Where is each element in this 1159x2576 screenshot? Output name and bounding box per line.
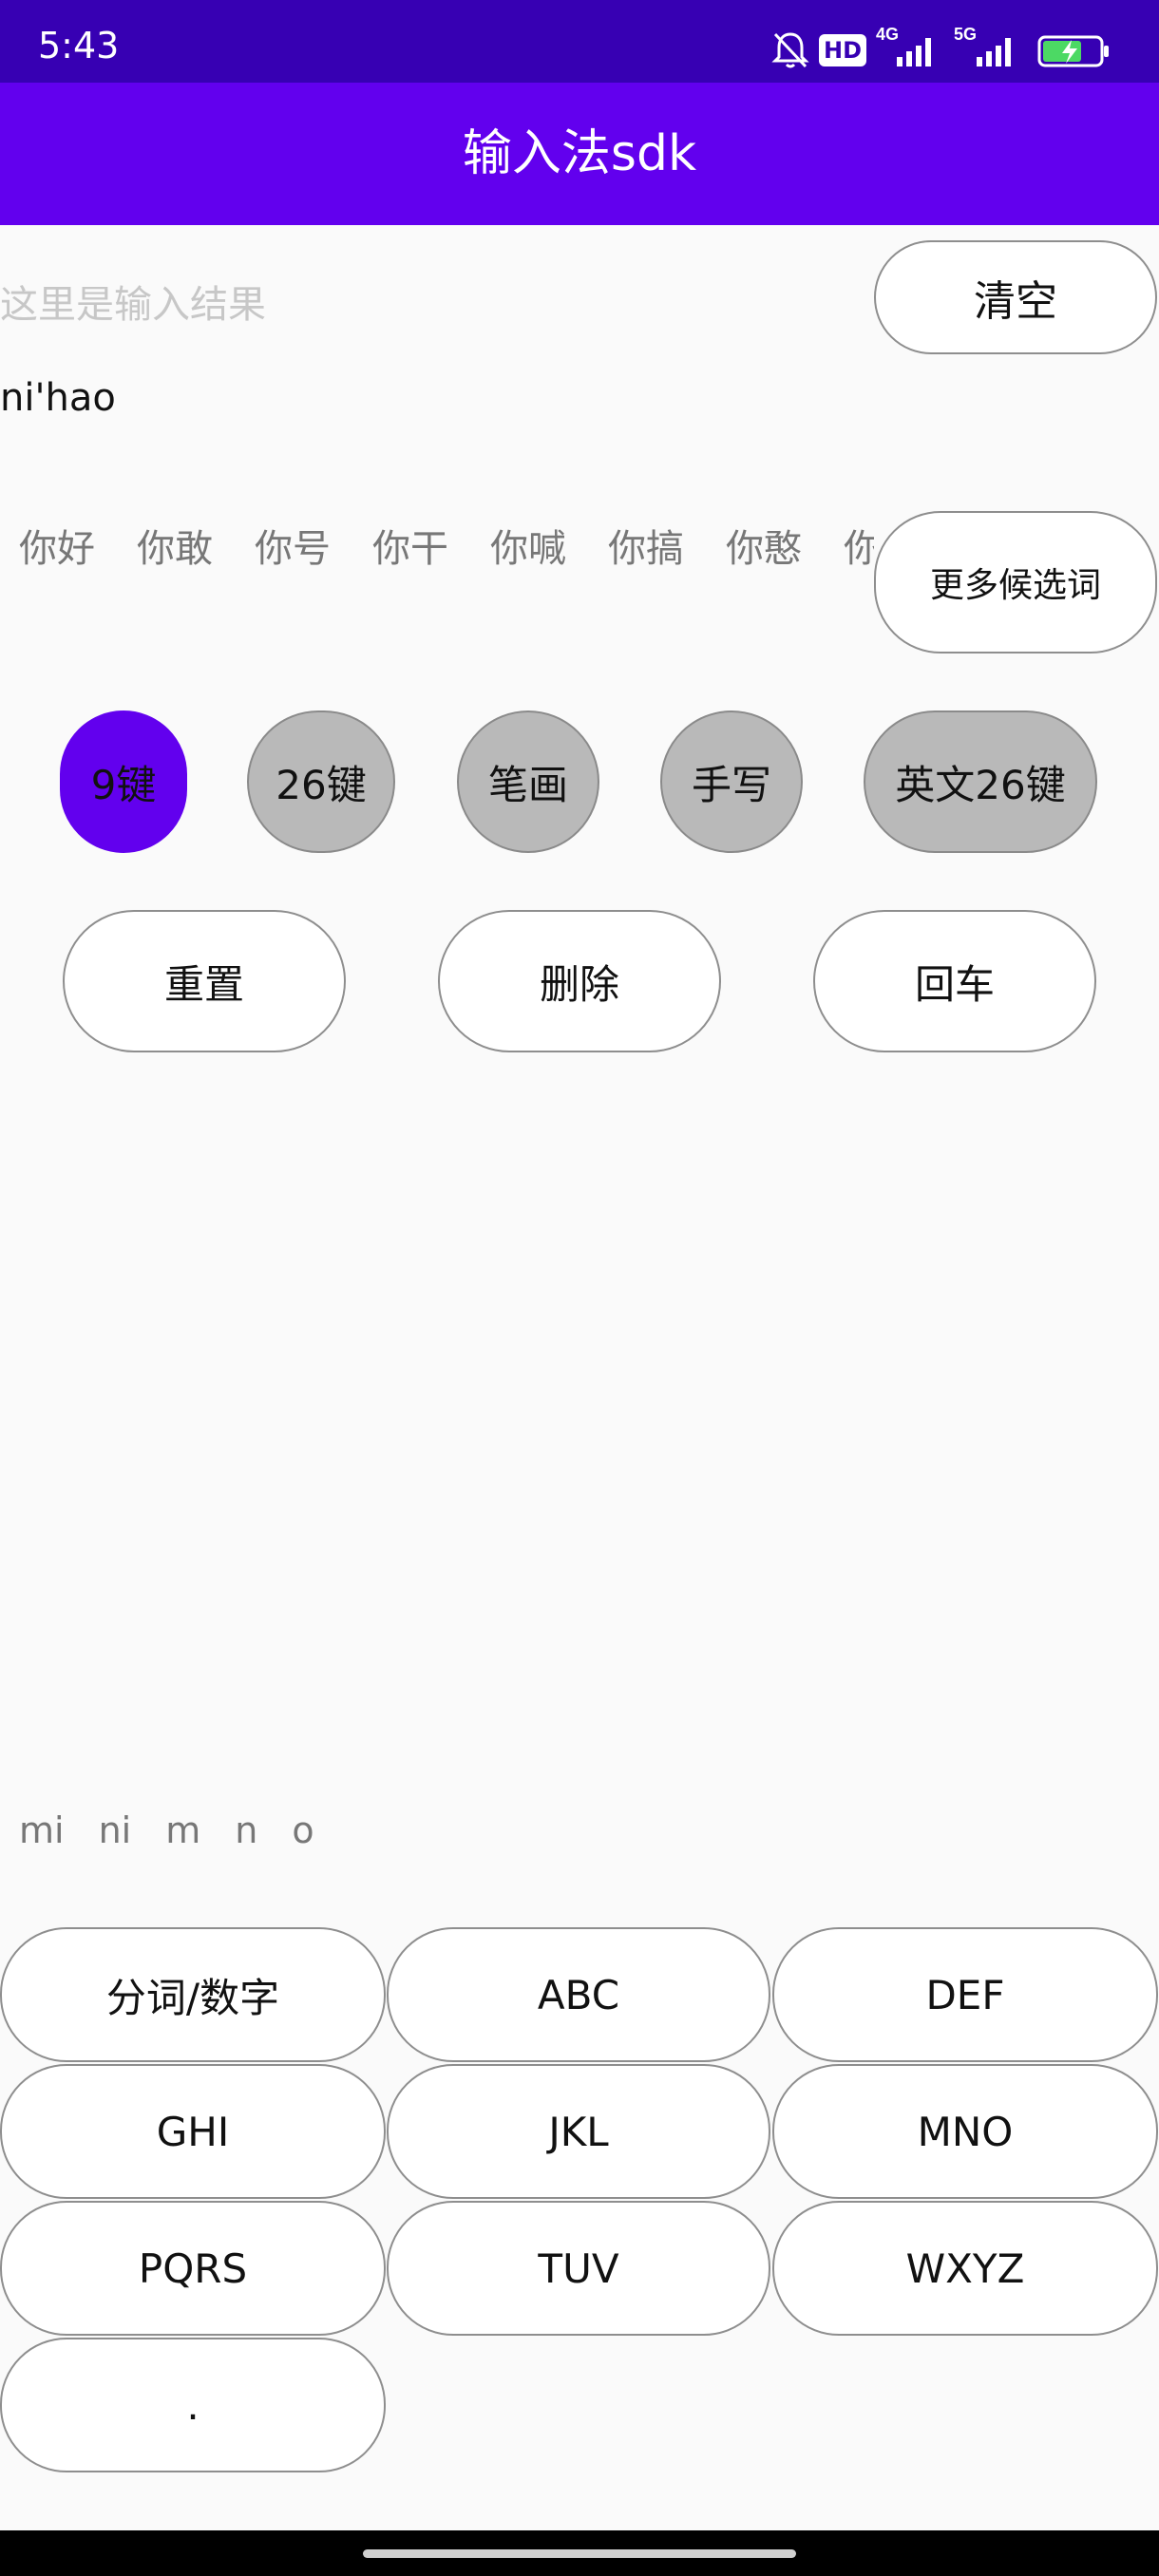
delete-button[interactable]: 删除 [438,910,721,1052]
key-wxyz[interactable]: WXYZ [772,2201,1158,2336]
battery-charging-icon [1037,34,1112,72]
key-segment-number[interactable]: 分词/数字 [0,1927,386,2062]
key-tuv[interactable]: TUV [387,2201,770,2336]
pinyin-option[interactable]: o [292,1809,314,1851]
pinyin-option[interactable]: ni [99,1809,132,1851]
svg-text:5G: 5G [954,25,977,44]
candidate-item[interactable]: 你 [844,518,874,573]
candidate-strip: 你好 你敢 你号 你干 你喊 你搞 你憨你 [0,518,874,594]
key-jkl[interactable]: JKL [387,2064,770,2199]
key-def[interactable]: DEF [772,1927,1158,2062]
candidate-item[interactable]: 你敢 [137,518,213,573]
key-pqrs[interactable]: PQRS [0,2201,386,2336]
svg-text:4G: 4G [876,25,899,44]
signal-4g-icon: 4G [874,23,942,74]
key-period[interactable]: . [0,2338,386,2472]
composing-text: ni'hao [0,376,116,420]
key-abc[interactable]: ABC [387,1927,770,2062]
key-mno[interactable]: MNO [772,2064,1158,2199]
pinyin-option[interactable]: m [165,1809,200,1851]
candidate-item[interactable]: 你好 [19,518,95,573]
mode-26key-button[interactable]: 26键 [247,710,395,853]
home-indicator[interactable] [363,2549,796,2558]
mode-9key-button[interactable]: 9键 [60,710,187,853]
pinyin-option[interactable]: mi [19,1809,65,1851]
enter-button[interactable]: 回车 [813,910,1096,1052]
candidate-item[interactable]: 你干 [372,518,448,573]
clear-button[interactable]: 清空 [874,240,1157,354]
candidate-item[interactable]: 你喊 [490,518,566,573]
more-candidates-button[interactable]: 更多候选词 [874,511,1157,653]
mode-handwriting-button[interactable]: 手写 [660,710,803,853]
mode-stroke-button[interactable]: 笔画 [457,710,599,853]
candidate-item[interactable]: 你搞 [608,518,684,573]
status-time: 5:43 [38,25,120,66]
candidate-item[interactable]: 你号 [255,518,331,573]
signal-5g-icon: 5G [952,23,1026,74]
pinyin-strip: mi ni m n o [0,1809,330,1866]
bell-muted-icon [770,28,811,74]
key-ghi[interactable]: GHI [0,2064,386,2199]
pinyin-option[interactable]: n [235,1809,257,1851]
result-field[interactable]: 这里是输入结果 [0,274,266,329]
mode-english-26key-button[interactable]: 英文26键 [864,710,1097,853]
reset-button[interactable]: 重置 [63,910,346,1052]
candidate-item[interactable]: 你憨 [726,518,802,573]
app-title: 输入法sdk [462,125,697,182]
hd-icon: HD [819,34,866,66]
